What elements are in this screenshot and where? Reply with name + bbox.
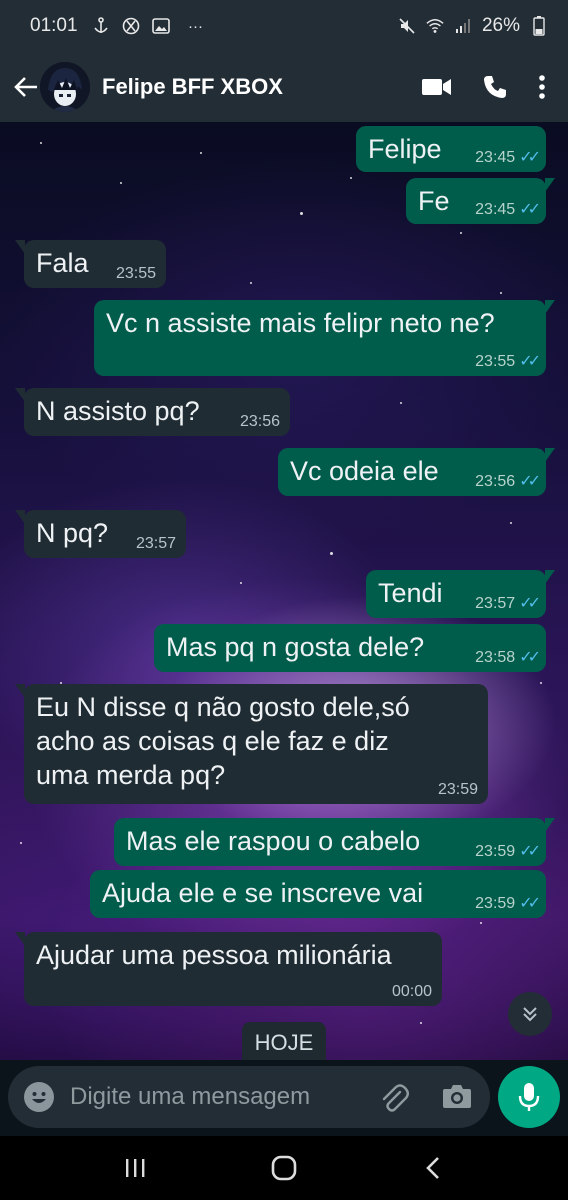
message-outgoing[interactable]: Felipe 23:45 ✓✓: [356, 126, 546, 172]
message-text-line: acho as coisas q ele faz e diz: [36, 726, 389, 756]
home-icon[interactable]: [254, 1143, 314, 1193]
avatar[interactable]: [40, 62, 90, 112]
battery-icon: [530, 16, 548, 36]
message-placeholder: Digite uma mensagem: [70, 1083, 311, 1110]
message-time: 23:55: [115, 265, 156, 282]
message-outgoing[interactable]: Vc n assiste mais felipr neto ne? 23:55 ✓…: [94, 300, 555, 376]
read-ticks-icon: ✓✓: [519, 895, 541, 912]
read-ticks-icon: ✓✓: [519, 649, 541, 666]
read-ticks-icon: ✓✓: [519, 473, 541, 490]
message-incoming[interactable]: N assisto pq? 23:56: [15, 388, 290, 436]
message-outgoing[interactable]: Mas ele raspou o cabelo 23:59 ✓✓: [114, 818, 555, 866]
wifi-icon: [426, 17, 444, 35]
read-ticks-icon: ✓✓: [519, 149, 541, 166]
message-time: 23:56: [239, 413, 280, 430]
message-time: 23:59: [475, 843, 516, 860]
message-text: Mas ele raspou o cabelo: [126, 826, 421, 856]
message-text: Mas pq n gosta dele?: [166, 632, 425, 662]
message-time: 23:55: [475, 353, 516, 370]
message-outgoing[interactable]: Fe 23:45 ✓✓: [406, 178, 555, 224]
attach-icon[interactable]: [378, 1082, 410, 1119]
message-input[interactable]: Digite uma mensagem: [8, 1066, 490, 1128]
video-call-icon[interactable]: [422, 77, 452, 97]
camera-icon[interactable]: [442, 1082, 472, 1115]
message-outgoing[interactable]: Tendi 23:57 ✓✓: [366, 570, 555, 618]
message-incoming[interactable]: Ajudar uma pessoa milionária 00:00: [15, 932, 442, 1006]
chat-header: Felipe BFF XBOX: [0, 52, 568, 122]
read-ticks-icon: ✓✓: [519, 595, 541, 612]
read-ticks-icon: ✓✓: [519, 353, 541, 370]
date-divider: HOJE: [242, 1022, 326, 1060]
phone-icon[interactable]: [482, 74, 508, 100]
message-time: 23:57: [475, 595, 516, 612]
signal-icon: [454, 17, 472, 35]
message-text: Felipe: [368, 134, 442, 164]
message-text: Ajuda ele e se inscreve vai: [102, 878, 424, 908]
message-text: N pq?: [36, 518, 109, 548]
recent-apps-icon[interactable]: [105, 1143, 165, 1193]
read-ticks-icon: ✓✓: [519, 843, 541, 860]
message-outgoing[interactable]: Vc odeia ele 23:56 ✓✓: [278, 448, 555, 496]
message-text-line: Eu N disse q não gosto dele,só: [36, 692, 410, 722]
message-text: Ajudar uma pessoa milionária: [36, 940, 392, 970]
mute-icon: [398, 17, 416, 35]
message-text: Fe: [418, 186, 450, 216]
more-dots-icon: ···: [188, 17, 204, 35]
message-time: 00:00: [391, 983, 432, 1000]
emoji-icon[interactable]: [24, 1082, 54, 1112]
back-icon[interactable]: [403, 1143, 463, 1193]
message-incoming[interactable]: Fala 23:55: [15, 240, 166, 288]
message-time: 23:57: [135, 535, 176, 552]
input-bar: Digite uma mensagem: [0, 1060, 568, 1136]
message-text: N assisto pq?: [36, 396, 200, 426]
message-text: Fala: [36, 248, 89, 278]
anchor-icon: [92, 17, 110, 35]
gallery-icon: [151, 17, 170, 35]
message-outgoing[interactable]: Ajuda ele e se inscreve vai 23:59 ✓✓: [90, 870, 546, 918]
message-time: 23:59: [437, 781, 478, 798]
message-time: 23:56: [475, 473, 516, 490]
message-text: Vc n assiste mais felipr neto ne?: [106, 308, 495, 338]
message-time: 23:59: [475, 895, 516, 912]
status-time: 01:01: [30, 15, 78, 36]
message-incoming[interactable]: N pq? 23:57: [15, 510, 186, 558]
message-time: 23:45: [475, 149, 516, 166]
status-bar: 01:01 ··· 26%: [0, 0, 568, 52]
scroll-down-button[interactable]: [508, 992, 552, 1036]
menu-dots-icon[interactable]: [538, 74, 546, 100]
chat-area[interactable]: Felipe 23:45 ✓✓ Fe 23:45 ✓✓ Fala 23:55 Vc …: [0, 122, 568, 1060]
message-time: 23:58: [475, 649, 516, 666]
message-text: Vc odeia ele: [290, 456, 439, 486]
message-time: 23:45: [475, 201, 516, 218]
contact-name[interactable]: Felipe BFF XBOX: [102, 74, 283, 100]
message-text-line: uma merda pq?: [36, 760, 226, 790]
message-outgoing[interactable]: Mas pq n gosta dele? 23:58 ✓✓: [154, 624, 546, 672]
xbox-icon: [122, 17, 140, 35]
mic-icon: [518, 1083, 540, 1111]
system-nav-bar: [0, 1136, 568, 1200]
message-text: Tendi: [378, 578, 443, 608]
message-incoming[interactable]: Eu N disse q não gosto dele,só acho as c…: [15, 684, 488, 804]
mic-button[interactable]: [498, 1066, 560, 1128]
read-ticks-icon: ✓✓: [519, 201, 541, 218]
battery-percent: 26%: [481, 15, 520, 36]
